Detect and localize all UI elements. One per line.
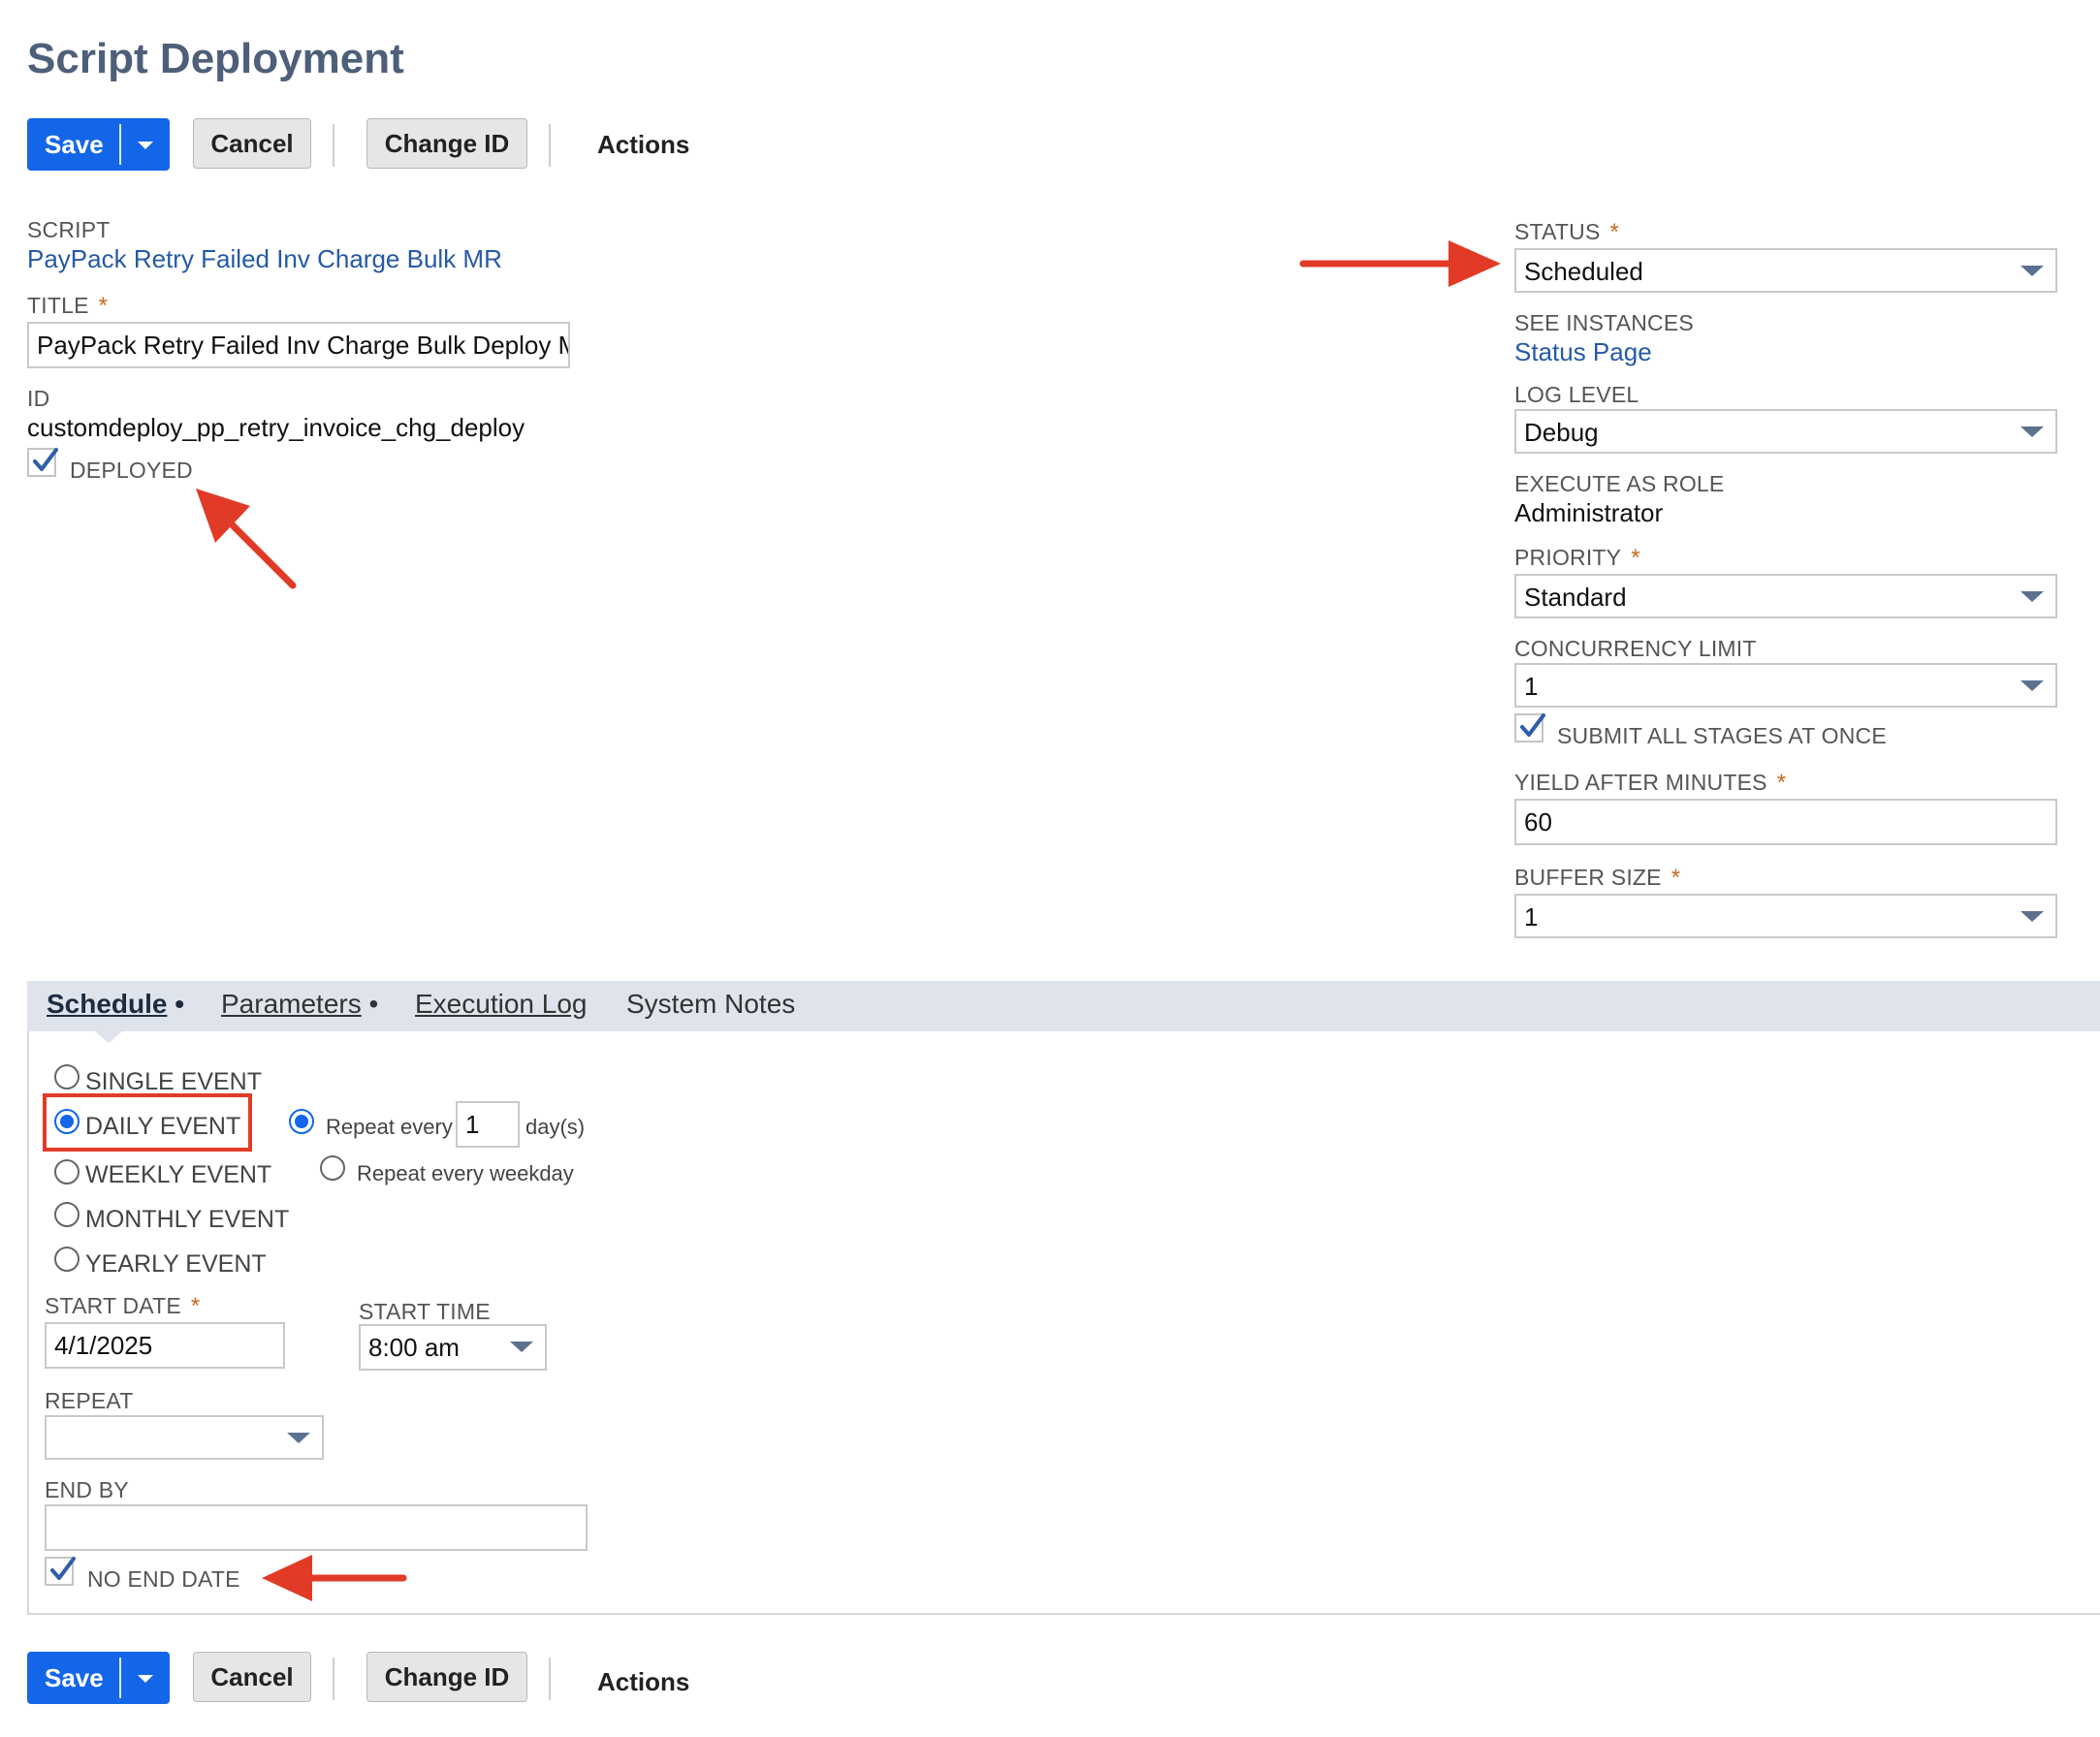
annotation-overlay [196,240,1501,1601]
arrow-annotation-icon [262,1555,407,1601]
arrow-annotation-icon [196,489,297,589]
arrow-annotation-icon [1299,240,1501,287]
